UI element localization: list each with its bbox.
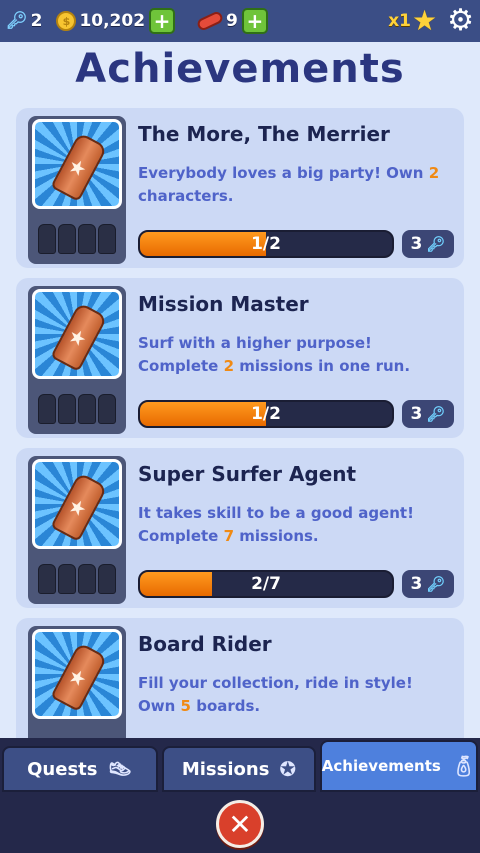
key-icon: 🔑︎ bbox=[426, 575, 446, 593]
achievement-description: Fill your collection, ride in style! Own… bbox=[138, 672, 456, 718]
desc-text: missions. bbox=[239, 527, 319, 545]
progress-text: 1/2 bbox=[251, 404, 281, 424]
tier-pip bbox=[98, 564, 116, 594]
desc-text: Own bbox=[138, 697, 176, 715]
tab-quests[interactable]: Quests 👟︎ bbox=[2, 746, 158, 792]
achievement-title: Mission Master bbox=[138, 292, 309, 316]
achievement-card: ★ The More, The Merrier Everybody loves … bbox=[16, 108, 464, 268]
desc-text: Complete bbox=[138, 357, 219, 375]
sneaker-icon: 👟︎ bbox=[107, 757, 133, 781]
achievement-description: Surf with a higher purpose! Complete 2 m… bbox=[138, 332, 456, 378]
keys-count: 2 bbox=[30, 11, 43, 31]
gear-icon[interactable]: ⚙ bbox=[447, 6, 474, 36]
tier-pips bbox=[38, 394, 116, 424]
achievement-description: Everybody loves a big party! Own 2 chara… bbox=[138, 162, 456, 208]
progress-bar: 1/2 bbox=[138, 230, 394, 258]
keys-counter: 🔑︎ 2 bbox=[6, 11, 46, 31]
tier-pip bbox=[98, 224, 116, 254]
star-badge-icon: ✪ bbox=[279, 757, 297, 781]
achievement-badge: ★ bbox=[28, 116, 126, 264]
tab-label: Achievements bbox=[321, 757, 441, 775]
desc-target-count: 2 bbox=[223, 357, 235, 375]
hoverboard-icon bbox=[195, 10, 225, 32]
tier-pip bbox=[58, 394, 76, 424]
boards-count: 9 bbox=[226, 11, 238, 31]
spray-can-badge-icon: ★ bbox=[32, 289, 122, 379]
achievement-title: Super Surfer Agent bbox=[138, 462, 357, 486]
star-icon: ★ bbox=[411, 4, 438, 37]
add-coins-button[interactable]: + bbox=[149, 8, 176, 34]
tab-achievements[interactable]: Achievements 🧴︎ bbox=[320, 740, 478, 792]
tier-pip bbox=[78, 394, 96, 424]
key-icon: 🔑︎ bbox=[6, 11, 28, 31]
achievement-title: The More, The Merrier bbox=[138, 122, 390, 146]
score-multiplier[interactable]: x1 ★ bbox=[388, 7, 437, 35]
achievement-card: ★ Mission Master Surf with a higher purp… bbox=[16, 278, 464, 438]
desc-text: missions in one run. bbox=[239, 357, 411, 375]
boards-counter: 9 + bbox=[195, 8, 268, 34]
reward-count: 3 bbox=[410, 574, 423, 594]
tab-label: Missions bbox=[181, 758, 270, 780]
spray-can-badge-icon: ★ bbox=[32, 629, 122, 719]
progress-text: 2/7 bbox=[251, 574, 281, 594]
tier-pip bbox=[58, 564, 76, 594]
desc-text: Everybody loves a big party! Own bbox=[138, 164, 424, 182]
tier-pip bbox=[38, 394, 56, 424]
tier-pip bbox=[78, 224, 96, 254]
spray-can-icon: 🧴︎ bbox=[450, 754, 477, 778]
reward-count: 3 bbox=[410, 234, 423, 254]
close-button[interactable]: ✕ bbox=[216, 800, 264, 848]
tier-pip bbox=[38, 564, 56, 594]
bottom-bar: Quests 👟︎ Missions ✪ Achievements 🧴︎ ✕ bbox=[0, 738, 480, 853]
desc-target-count: 2 bbox=[428, 164, 440, 182]
key-reward: 3 🔑︎ bbox=[402, 400, 454, 428]
tier-pips bbox=[38, 224, 116, 254]
achievement-badge: ★ bbox=[28, 456, 126, 604]
desc-target-count: 7 bbox=[223, 527, 235, 545]
desc-target-count: 5 bbox=[180, 697, 191, 715]
tier-pip bbox=[98, 394, 116, 424]
coins-count: 10,202 bbox=[79, 11, 146, 31]
desc-text: It takes skill to be a good agent! bbox=[138, 504, 414, 522]
tier-pip bbox=[58, 224, 76, 254]
desc-text: Surf with a higher purpose! bbox=[138, 334, 372, 352]
desc-text: Fill your collection, ride in style! bbox=[138, 674, 413, 692]
coin-icon: $ bbox=[56, 11, 77, 31]
tab-missions[interactable]: Missions ✪ bbox=[162, 746, 316, 792]
top-bar: 🔑︎ 2 $ 10,202 + 9 + x1 ★ ⚙ bbox=[0, 0, 480, 42]
desc-text: Complete bbox=[138, 527, 219, 545]
page-title: Achievements bbox=[75, 46, 405, 92]
achievement-card: ★ Super Surfer Agent It takes skill to b… bbox=[16, 448, 464, 608]
tier-pips bbox=[38, 564, 116, 594]
desc-text: characters. bbox=[138, 187, 234, 205]
tier-pip bbox=[78, 564, 96, 594]
progress-text: 1/2 bbox=[251, 234, 281, 254]
achievement-description: It takes skill to be a good agent! Compl… bbox=[138, 502, 456, 548]
progress-bar: 2/7 bbox=[138, 570, 394, 598]
spray-can-badge-icon: ★ bbox=[32, 459, 122, 549]
achievement-title: Board Rider bbox=[138, 632, 272, 656]
achievement-badge: ★ bbox=[28, 286, 126, 434]
key-icon: 🔑︎ bbox=[426, 405, 446, 423]
progress-bar: 1/2 bbox=[138, 400, 394, 428]
multiplier-value: x1 bbox=[388, 11, 411, 31]
key-icon: 🔑︎ bbox=[426, 235, 446, 253]
desc-text: boards. bbox=[196, 697, 261, 715]
key-reward: 3 🔑︎ bbox=[402, 570, 454, 598]
tier-pip bbox=[38, 224, 56, 254]
spray-can-badge-icon: ★ bbox=[32, 119, 122, 209]
add-boards-button[interactable]: + bbox=[241, 8, 268, 34]
close-icon: ✕ bbox=[228, 807, 252, 841]
tab-label: Quests bbox=[27, 758, 98, 780]
coins-counter: $ 10,202 + bbox=[56, 8, 176, 34]
key-reward: 3 🔑︎ bbox=[402, 230, 454, 258]
reward-count: 3 bbox=[410, 404, 423, 424]
